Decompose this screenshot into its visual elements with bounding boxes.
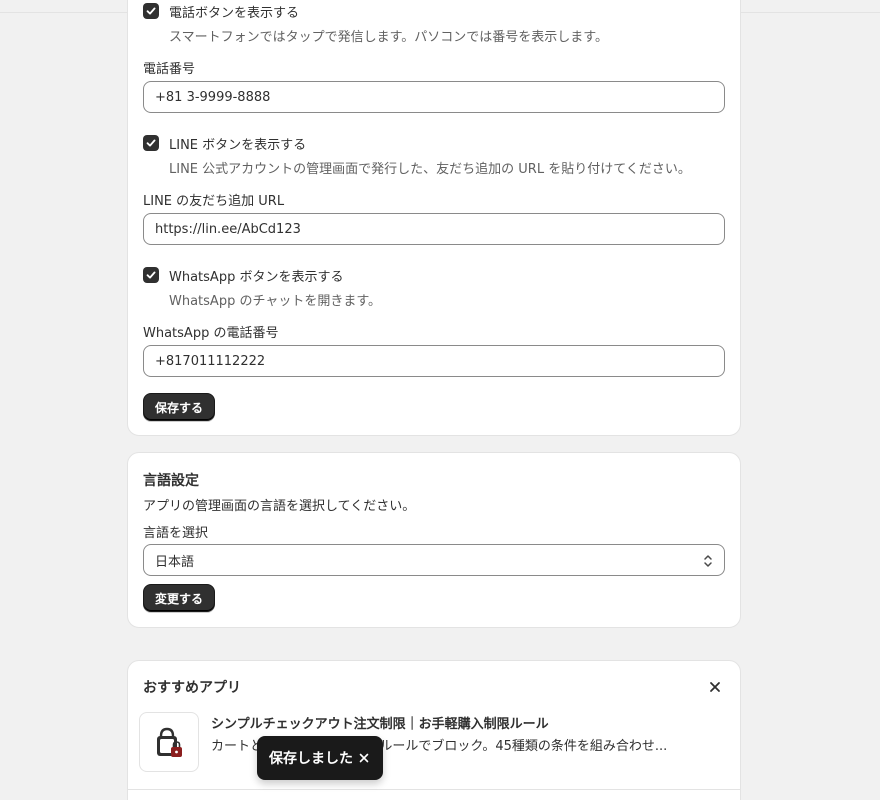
recommended-apps-title: おすすめアプリ [143,680,241,696]
toast-message: 保存しました [269,751,353,767]
line-toggle-help: LINE 公式アカウントの管理画面で発行した、友だち追加の URL を貼り付けて… [169,162,691,177]
line-url-field-label: LINE の友だち追加 URL [143,194,285,209]
select-chevron-icon [704,555,712,567]
close-icon[interactable] [358,752,370,764]
whatsapp-phone-input[interactable]: +817011112222 [143,345,725,377]
whatsapp-toggle-help: WhatsApp のチャットを開きます。 [169,294,382,309]
whatsapp-toggle-label[interactable]: WhatsApp ボタンを表示する [169,266,343,285]
contact-settings-card: 電話ボタンを表示する スマートフォンではタップで発信します。パソコンでは番号を表… [127,0,741,436]
phone-input[interactable]: +81 3-9999-8888 [143,81,725,113]
card-divider [128,789,740,790]
language-settings-description: アプリの管理画面の言語を選択してください。 [143,499,416,514]
close-icon[interactable] [708,680,722,694]
save-button[interactable]: 保存する [143,393,216,421]
phone-toggle-help: スマートフォンではタップで発信します。パソコンでは番号を表示します。 [169,30,609,45]
saved-toast: 保存しました [257,736,383,780]
checkmark-icon [146,139,156,147]
language-select[interactable]: 日本語 [143,544,725,576]
phone-toggle-checkbox[interactable] [143,3,159,19]
app-title[interactable]: シンプルチェックアウト注文制限｜お手軽購入制限ルール [211,713,549,732]
line-toggle-checkbox[interactable] [143,135,159,151]
whatsapp-toggle-checkbox[interactable] [143,267,159,283]
checkmark-icon [146,271,156,279]
line-toggle-label[interactable]: LINE ボタンを表示する [169,134,306,153]
language-settings-title: 言語設定 [143,473,199,489]
change-language-button[interactable]: 変更する [143,584,216,612]
checkmark-icon [146,7,156,15]
app-icon-container[interactable] [139,712,199,772]
whatsapp-field-label: WhatsApp の電話番号 [143,326,279,341]
phone-toggle-label[interactable]: 電話ボタンを表示する [169,2,299,21]
language-settings-card: 言語設定 アプリの管理画面の言語を選択してください。 言語を選択 日本語 変更す… [127,452,741,628]
language-select-value: 日本語 [155,554,195,570]
recommended-apps-card: おすすめアプリ シンプルチェックアウト注文制限｜お手軽購入制限ルール カートと.… [127,660,741,800]
language-select-label: 言語を選択 [143,526,209,541]
line-url-input[interactable]: https://lin.ee/AbCd123 [143,213,725,245]
shopping-bag-lock-icon [157,727,182,757]
phone-field-label: 電話番号 [143,62,196,77]
